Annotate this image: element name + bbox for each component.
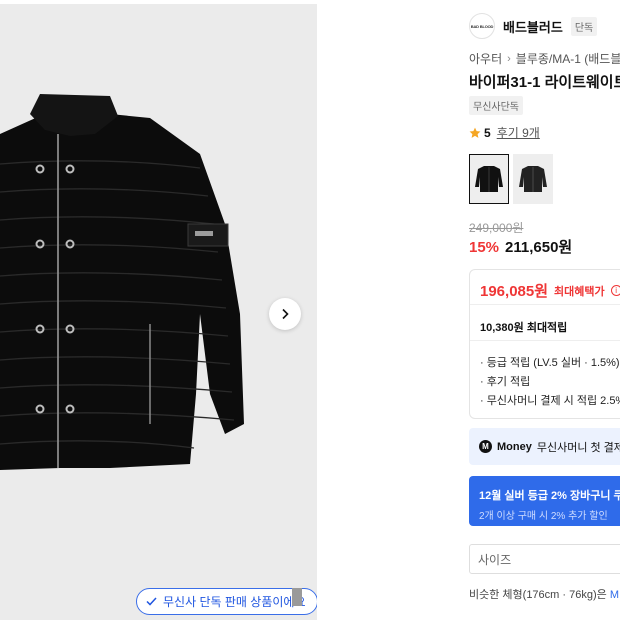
product-image-gallery[interactable]: 무신사 단독 판매 상품이에요 — [0, 4, 317, 620]
brand-row[interactable]: BAD BLOOD 배드블러드 단독 — [469, 13, 598, 39]
sale-price: 211,650원 — [505, 239, 573, 256]
reviews-link[interactable]: 후기 9개 — [497, 124, 540, 141]
color-thumbnails — [469, 154, 553, 204]
points-item-grade: · 등급 적립 (LV.5 실버 · 1.5%) — [480, 357, 620, 369]
max-benefit-price: 196,085원 — [480, 283, 549, 300]
coupon-sub-text: 2개 이상 구매 시 2% 추가 할인 — [479, 511, 608, 522]
size-select[interactable]: 사이즈 — [469, 544, 620, 574]
jacket-thumbnail-icon — [519, 166, 547, 192]
money-banner-text: 무신사머니 첫 결제 시 — [536, 441, 620, 454]
money-m-icon: M — [479, 440, 492, 453]
similar-body-text: 비슷한 체형(176cm · 76kg)은 — [469, 589, 610, 601]
thumbnail-black-jacket-alt[interactable] — [513, 154, 553, 204]
max-benefit-box: 196,085원 최대혜택가 i 10,380원 최대적립 · 등급 적립 (L… — [469, 269, 620, 419]
points-item-money: · 무신사머니 결제 시 적립 2.5% — [480, 395, 620, 407]
product-title: 바이퍼31-1 라이트웨이트 — [469, 74, 620, 91]
coupon-main-text: 12월 실버 등급 2% 장바구니 쿠폰 — [479, 490, 620, 502]
jacket-thumbnail-icon — [475, 166, 503, 192]
chevron-right-icon — [282, 308, 289, 320]
exclusive-sale-badge: 무신사 단독 판매 상품이에요 — [136, 588, 317, 615]
points-item-review: · 후기 적립 — [480, 376, 531, 388]
next-image-button[interactable] — [269, 298, 301, 330]
max-benefit-label: 최대혜택가 — [554, 285, 605, 298]
breadcrumb: 아우터 › 블루종/MA-1 (배드블러드 — [469, 50, 620, 67]
image-corner-tab — [292, 588, 302, 606]
money-brand: Money — [497, 440, 532, 453]
star-icon — [469, 127, 481, 138]
rating-score: 5 — [484, 125, 491, 140]
original-price: 249,000원 — [469, 221, 524, 235]
product-jacket-image — [0, 94, 244, 470]
size-select-placeholder: 사이즈 — [478, 552, 512, 567]
price-row: 15% 211,650원 — [469, 236, 572, 257]
rating-row: 5 후기 9개 — [469, 124, 540, 141]
exclusive-sale-text: 무신사 단독 판매 상품이에요 — [163, 595, 306, 609]
brand-name[interactable]: 배드블러드 — [503, 17, 563, 36]
brand-exclusive-tag: 단독 — [570, 16, 598, 36]
divider — [470, 340, 620, 341]
brand-logo-text: BAD BLOOD — [470, 23, 494, 29]
product-info-panel: BAD BLOOD 배드블러드 단독 아우터 › 블루종/MA-1 (배드블러드… — [469, 0, 620, 620]
musinsa-exclusive-tag: 무신사단독 — [469, 96, 523, 115]
musinsa-money-banner[interactable]: M Money 무신사머니 첫 결제 시 — [469, 428, 620, 465]
breadcrumb-item-outer[interactable]: 아우터 — [469, 50, 502, 67]
info-icon[interactable]: i — [610, 285, 620, 296]
brand-logo[interactable]: BAD BLOOD — [469, 13, 495, 39]
check-icon — [146, 597, 157, 606]
similar-body-size-text: 비슷한 체형(176cm · 76kg)은 M — [469, 586, 619, 602]
discount-rate: 15% — [469, 239, 500, 256]
max-points: 10,380원 최대적립 — [480, 322, 568, 334]
chevron-right-icon: › — [507, 52, 511, 65]
points-list: · 등급 적립 (LV.5 실버 · 1.5%) · 후기 적립 · 무신사머니… — [480, 354, 620, 411]
thumbnail-black-jacket-selected[interactable] — [469, 154, 509, 204]
breadcrumb-item-blouson[interactable]: 블루종/MA-1 (배드블러드 — [516, 50, 620, 67]
similar-size-link[interactable]: M — [610, 589, 619, 601]
coupon-banner[interactable]: 12월 실버 등급 2% 장바구니 쿠폰 2개 이상 구매 시 2% 추가 할인 — [469, 476, 620, 526]
max-benefit-header[interactable]: 196,085원 최대혜택가 i — [480, 280, 620, 301]
divider — [470, 304, 620, 305]
